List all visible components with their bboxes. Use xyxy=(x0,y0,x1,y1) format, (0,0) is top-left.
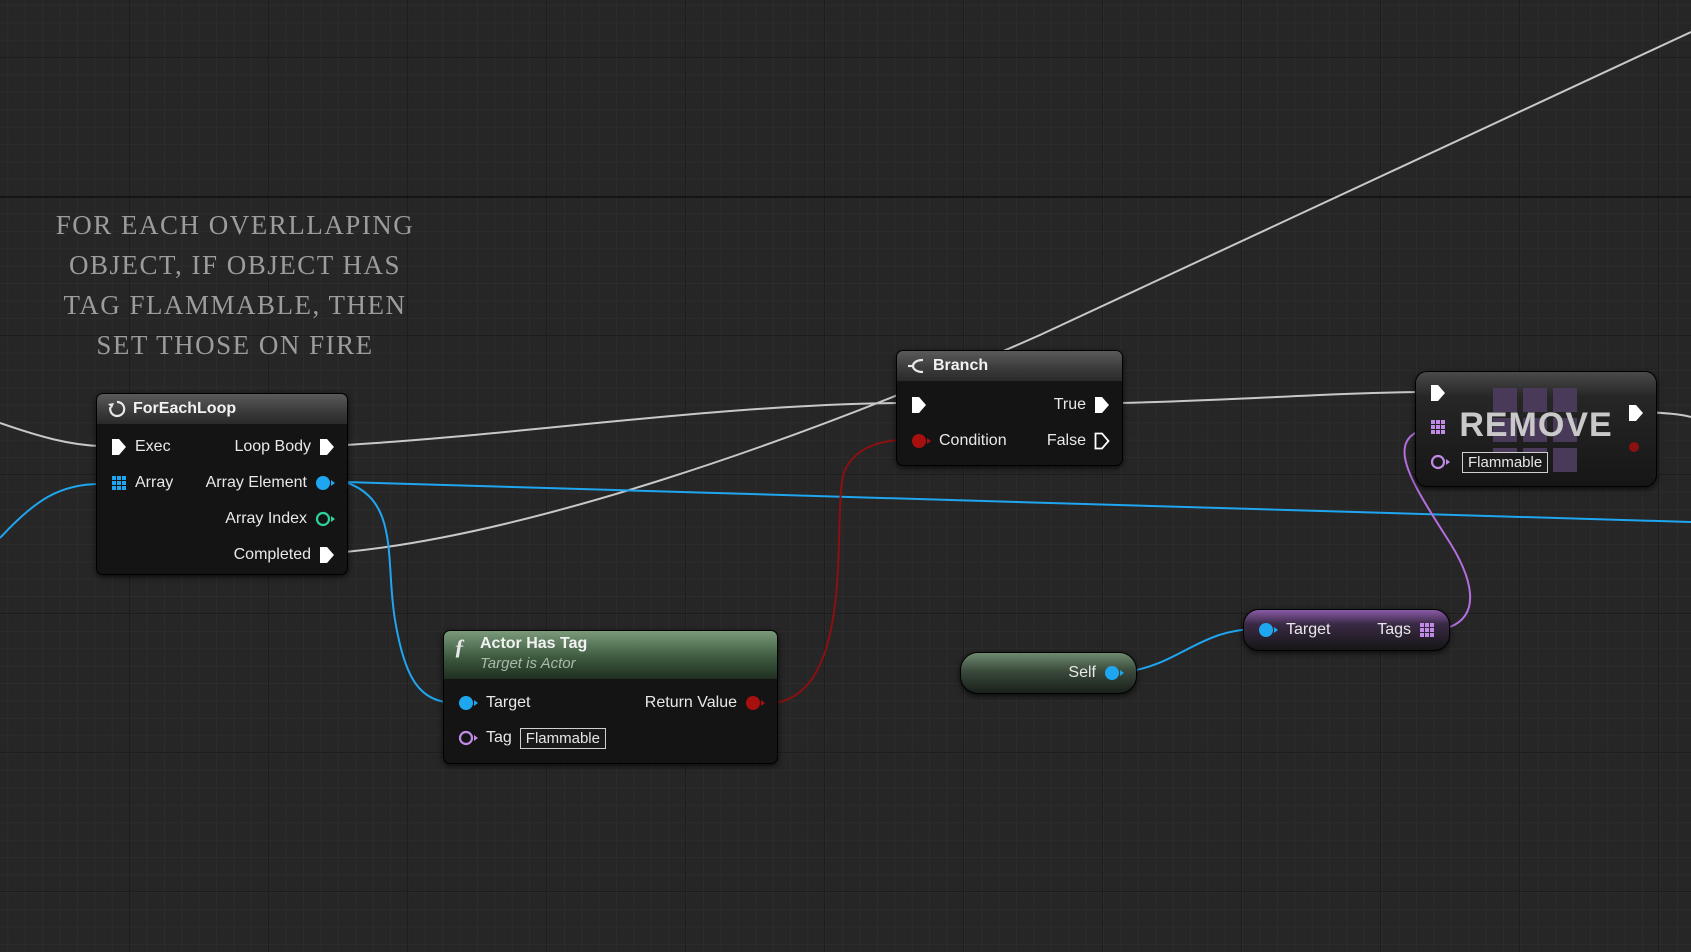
pin-return-value[interactable]: Return Value xyxy=(645,692,765,714)
branch-title: Branch xyxy=(933,357,989,374)
pin-exec-in[interactable]: Exec xyxy=(111,436,171,458)
object-pin-icon xyxy=(1259,623,1278,637)
foreachloop-header[interactable]: ForEachLoop xyxy=(97,394,347,424)
comment-line: object, if object has xyxy=(68,250,402,280)
pin-array-in[interactable]: Array xyxy=(111,472,173,494)
pin-label: True xyxy=(1053,396,1086,413)
pin-label: Loop Body xyxy=(234,438,311,455)
pin-label: Target xyxy=(1286,621,1331,638)
pin-aht-tag[interactable]: Tag Flammable xyxy=(458,727,606,749)
exec-pin-icon xyxy=(320,439,334,455)
remove-node[interactable]: REMOVE Flammable xyxy=(1415,371,1657,487)
actor-has-tag-title: Actor Has Tag xyxy=(480,635,588,652)
loop-icon xyxy=(107,399,127,419)
self-node[interactable]: Self xyxy=(960,652,1137,694)
pin-false[interactable]: False xyxy=(1047,430,1110,452)
get-tags-node[interactable]: Target Tags xyxy=(1243,609,1450,651)
pin-completed[interactable]: Completed xyxy=(234,544,335,566)
pin-label: Completed xyxy=(233,546,311,563)
boolean-pin-icon xyxy=(912,434,931,448)
comment-line: set those on fire xyxy=(96,330,374,360)
function-icon: ƒ xyxy=(454,634,465,659)
pin-label: Return Value xyxy=(644,694,737,711)
pin-label: Array Element xyxy=(205,474,307,491)
foreachloop-node[interactable]: ForEachLoop Exec Array Loop Body Array E… xyxy=(96,393,348,575)
pin-tags[interactable]: Tags xyxy=(1377,619,1435,641)
wire-true-remove xyxy=(1119,391,1426,404)
integer-pin-icon xyxy=(315,511,335,527)
pin-label: Condition xyxy=(939,432,1007,449)
pin-true[interactable]: True xyxy=(1054,394,1110,416)
pin-label: Target xyxy=(486,694,531,711)
branch-header[interactable]: Branch xyxy=(897,351,1122,381)
pin-remove-result[interactable] xyxy=(1628,436,1642,458)
pin-branch-exec-in[interactable] xyxy=(911,394,927,416)
name-pin-icon xyxy=(1430,454,1450,470)
array-grid-icon xyxy=(112,476,126,490)
pin-label: Tags xyxy=(1377,621,1411,638)
actor-has-tag-header[interactable]: ƒ Actor Has Tag Target is Actor xyxy=(444,631,777,679)
comment-line: tag flammable, then xyxy=(63,290,407,320)
exec-pin-icon xyxy=(320,547,334,563)
pin-remove-exec-out[interactable] xyxy=(1628,402,1644,424)
wire-exec-in xyxy=(0,422,101,447)
object-pin-icon xyxy=(316,476,335,490)
array-grid-icon xyxy=(1431,420,1445,434)
pin-label: Self xyxy=(1068,664,1096,681)
pin-array-element[interactable]: Array Element xyxy=(206,472,335,494)
pin-remove-item[interactable]: Flammable xyxy=(1430,451,1549,473)
pin-condition[interactable]: Condition xyxy=(911,430,1007,452)
integer-pin-icon xyxy=(1629,442,1639,452)
pin-array-index[interactable]: Array Index xyxy=(225,508,335,530)
exec-pin-icon xyxy=(1095,397,1109,413)
exec-pin-icon xyxy=(912,397,926,413)
branch-icon xyxy=(907,356,927,376)
pin-remove-exec-in[interactable] xyxy=(1430,382,1446,404)
remove-value-field[interactable]: Flammable xyxy=(1462,451,1549,473)
wire-element-right xyxy=(344,481,1691,523)
wire-element-target xyxy=(344,481,456,704)
pin-label: Exec xyxy=(135,438,171,455)
actor-has-tag-subtitle: Target is Actor xyxy=(480,655,576,672)
exec-pin-icon xyxy=(1629,405,1643,421)
object-pin-icon xyxy=(459,696,478,710)
pin-label: Array xyxy=(135,474,174,491)
wire-return-condition xyxy=(774,439,906,704)
array-grid-icon xyxy=(1420,623,1434,637)
exec-pin-outline-icon xyxy=(1094,432,1110,450)
pin-loop-body[interactable]: Loop Body xyxy=(234,436,335,458)
remove-title: REMOVE xyxy=(1459,406,1613,444)
exec-pin-icon xyxy=(112,439,126,455)
pin-self[interactable]: Self xyxy=(1068,662,1124,684)
tag-value-field[interactable]: Flammable xyxy=(519,727,606,749)
branch-node[interactable]: Branch Condition True False xyxy=(896,350,1123,466)
boolean-pin-icon xyxy=(746,696,765,710)
pin-tags-target[interactable]: Target xyxy=(1258,619,1330,641)
comment-box: For each overllaping object, if object h… xyxy=(20,205,450,365)
foreachloop-title: ForEachLoop xyxy=(133,400,237,417)
name-pin-icon xyxy=(458,730,478,746)
wire-array-in xyxy=(0,483,101,539)
comment-line: For each overllaping xyxy=(55,210,415,240)
pin-remove-array[interactable] xyxy=(1430,416,1446,438)
exec-pin-icon xyxy=(1431,385,1445,401)
pin-label: Tag xyxy=(486,729,512,746)
wire-self-target xyxy=(1124,627,1261,673)
pin-label: False xyxy=(1046,432,1086,449)
pin-aht-target[interactable]: Target xyxy=(458,692,530,714)
actor-has-tag-node[interactable]: ƒ Actor Has Tag Target is Actor Target T… xyxy=(443,630,778,764)
pin-label: Array Index xyxy=(225,510,307,527)
object-pin-icon xyxy=(1105,666,1124,680)
